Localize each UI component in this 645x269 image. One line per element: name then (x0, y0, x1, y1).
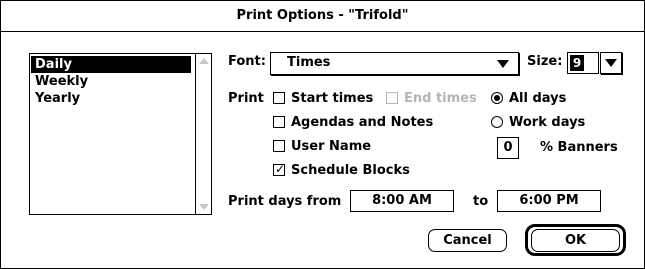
start-times-label[interactable]: Start times (291, 91, 373, 106)
banners-label: % Banners (540, 140, 618, 155)
all-days-radio[interactable] (491, 92, 503, 104)
list-item-weekly[interactable]: Weekly (31, 73, 191, 90)
ok-button[interactable]: OK (531, 229, 620, 252)
schedule-blocks-checkbox[interactable]: ✓ (273, 162, 286, 176)
work-days-label[interactable]: Work days (509, 115, 585, 130)
banners-field[interactable]: 0 (497, 137, 519, 159)
dialog-title: Print Options - "Trifold" (236, 8, 409, 23)
size-popup-button[interactable] (600, 52, 622, 74)
scroll-down-arrow-icon[interactable] (199, 204, 209, 210)
agendas-notes-label[interactable]: Agendas and Notes (291, 115, 433, 130)
print-days-from-label: Print days from (228, 194, 342, 209)
triangle-down-icon (497, 60, 509, 68)
agendas-notes-checkbox[interactable] (273, 116, 285, 128)
title-divider (1, 31, 644, 32)
user-name-label[interactable]: User Name (291, 139, 371, 154)
checkmark-icon: ✓ (275, 162, 286, 176)
user-name-checkbox[interactable] (273, 140, 285, 152)
period-list[interactable]: Daily Weekly Yearly (29, 53, 212, 215)
font-label: Font: (228, 54, 266, 69)
end-times-checkbox (386, 92, 398, 104)
end-times-label: End times (404, 91, 477, 106)
triangle-down-icon (605, 59, 617, 67)
to-time-field[interactable]: 6:00 PM (497, 190, 601, 212)
print-label: Print (228, 91, 264, 106)
cancel-button[interactable]: Cancel (428, 229, 507, 252)
work-days-radio[interactable] (491, 116, 503, 128)
size-value[interactable]: 9 (570, 55, 584, 71)
from-time-field[interactable]: 8:00 AM (350, 190, 454, 212)
list-item-daily[interactable]: Daily (31, 56, 191, 73)
font-value: Times (287, 55, 331, 70)
size-field[interactable]: 9 (567, 52, 599, 74)
scroll-up-arrow-icon[interactable] (199, 58, 209, 64)
list-scrollbar[interactable] (195, 54, 211, 214)
to-label: to (473, 194, 489, 209)
list-item-yearly[interactable]: Yearly (31, 90, 191, 107)
schedule-blocks-label[interactable]: Schedule Blocks (291, 163, 410, 178)
font-popup[interactable]: Times (270, 52, 519, 75)
all-days-label[interactable]: All days (509, 91, 566, 106)
size-label: Size: (527, 54, 563, 69)
start-times-checkbox[interactable] (273, 92, 285, 104)
